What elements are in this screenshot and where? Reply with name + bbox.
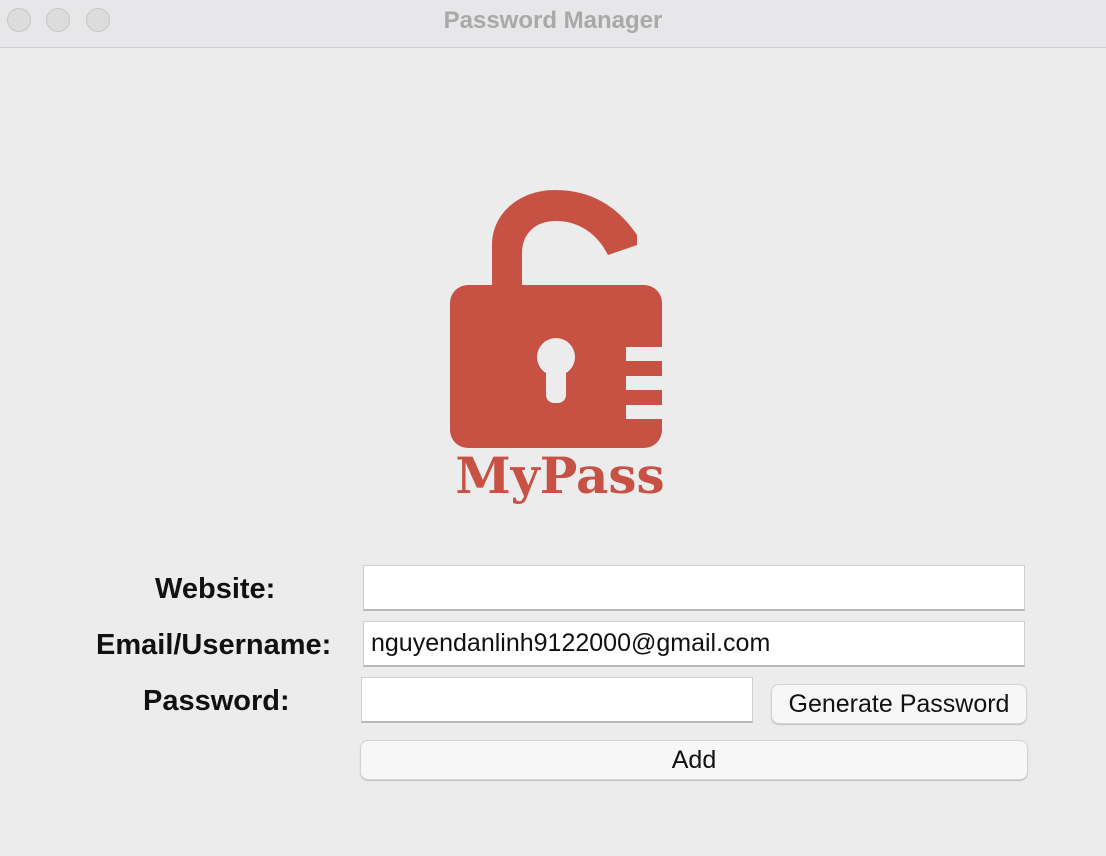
password-label: Password: [143, 685, 290, 717]
open-padlock-icon [450, 190, 662, 448]
add-button[interactable]: Add [360, 740, 1028, 780]
website-label: Website: [155, 573, 276, 605]
window-title: Password Manager [443, 7, 663, 34]
password-input[interactable] [361, 677, 753, 723]
mypass-logo: MyPass [450, 190, 665, 505]
logo-text: MyPass [455, 446, 664, 505]
email-label: Email/Username: [96, 629, 332, 661]
email-input[interactable]: nguyendanlinh9122000@gmail.com [363, 621, 1025, 667]
title-bar: Password Manager [0, 0, 1106, 48]
generate-password-button[interactable]: Generate Password [771, 684, 1027, 724]
website-input[interactable] [363, 565, 1025, 611]
